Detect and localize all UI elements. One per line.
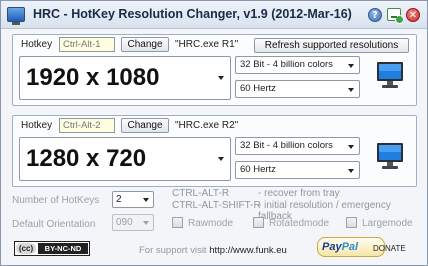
license-text: BY-NC-ND — [38, 243, 88, 254]
support-link[interactable]: http://www.funk.eu — [209, 245, 287, 256]
color-depth-select[interactable]: 32 Bit - 4 billion colors — [235, 56, 360, 74]
rawmode-label: Rawmode — [188, 218, 234, 229]
resolution-value: 1280 x 720 — [26, 145, 147, 172]
chevron-down-icon — [348, 64, 354, 68]
hint-fallback-keys: CTRL-ALT-SHIFT-R — [172, 200, 261, 211]
hotkey-field[interactable]: Ctrl-Alt-2 — [59, 118, 115, 133]
change-hotkey-button[interactable]: Change — [121, 37, 169, 52]
hint-recover-desc: - recover from tray — [258, 188, 340, 199]
chevron-down-icon — [143, 198, 149, 202]
chevron-down-icon — [348, 169, 354, 173]
chevron-down-icon — [218, 76, 224, 80]
resolution-profile-2: Hotkey Ctrl-Alt-2 Change "HRC.exe R2" 12… — [12, 115, 417, 187]
largemode-checkbox[interactable] — [346, 217, 357, 228]
resolution-value: 1920 x 1080 — [26, 64, 160, 91]
minimize-to-tray-icon[interactable] — [387, 8, 404, 24]
chevron-down-icon — [143, 221, 149, 225]
hotkey-label: Hotkey — [21, 39, 53, 50]
num-hotkeys-label: Number of HotKeys — [12, 195, 100, 206]
hotkey-label: Hotkey — [21, 120, 53, 131]
cc-license-badge[interactable]: (cc) BY-NC-ND — [14, 241, 90, 256]
refresh-resolutions-button[interactable]: Refresh supported resolutions — [254, 38, 409, 53]
close-icon[interactable]: ✕ — [406, 8, 420, 22]
resolution-select[interactable]: 1920 x 1080 — [19, 56, 231, 100]
app-monitor-icon — [7, 7, 25, 25]
apply-monitor-icon[interactable] — [375, 60, 405, 90]
chevron-down-icon — [348, 145, 354, 149]
color-depth-select[interactable]: 32 Bit - 4 billion colors — [235, 137, 360, 155]
chevron-down-icon — [348, 88, 354, 92]
color-depth-value: 32 Bit - 4 billion colors — [240, 59, 333, 70]
num-hotkeys-value: 2 — [116, 194, 122, 205]
hotkey-field[interactable]: Ctrl-Alt-1 — [59, 37, 115, 52]
default-orientation-select[interactable]: 090 — [112, 214, 154, 231]
paypal-logo-pay: Pay — [322, 241, 342, 253]
resolution-profile-1: Hotkey Ctrl-Alt-1 Change "HRC.exe R1" Re… — [12, 34, 417, 106]
support-label: For support visit — [139, 245, 207, 256]
rotatedmode-label: Rotatedmode — [269, 218, 330, 229]
refresh-rate-value: 60 Hertz — [240, 83, 276, 94]
profile-name: "HRC.exe R2" — [175, 120, 239, 131]
refresh-rate-select[interactable]: 60 Hertz — [235, 161, 360, 179]
rawmode-checkbox[interactable] — [172, 217, 183, 228]
resolution-select[interactable]: 1280 x 720 — [19, 137, 231, 181]
largemode-label: Largemode — [362, 218, 413, 229]
num-hotkeys-select[interactable]: 2 — [112, 191, 154, 208]
color-depth-value: 32 Bit - 4 billion colors — [240, 140, 333, 151]
cc-icon: (cc) — [16, 243, 36, 254]
hint-recover-keys: CTRL-ALT-R — [172, 188, 230, 199]
paypal-logo-pal: Pal — [341, 241, 359, 253]
apply-monitor-icon[interactable] — [375, 141, 405, 171]
donate-label: DONATE — [373, 244, 406, 253]
default-orientation-label: Default Orientation — [12, 219, 96, 230]
refresh-rate-value: 60 Hertz — [240, 164, 276, 175]
help-icon[interactable]: ? — [368, 8, 382, 22]
window-title: HRC - HotKey Resolution Changer, v1.9 (2… — [33, 7, 352, 21]
change-hotkey-button[interactable]: Change — [121, 118, 169, 133]
support-text: For support visit http://www.funk.eu — [139, 245, 287, 256]
profile-name: "HRC.exe R1" — [175, 39, 239, 50]
rotatedmode-checkbox[interactable] — [253, 217, 264, 228]
app-window: HRC - HotKey Resolution Changer, v1.9 (2… — [0, 0, 428, 266]
title-bar[interactable]: HRC - HotKey Resolution Changer, v1.9 (2… — [1, 1, 427, 29]
refresh-rate-select[interactable]: 60 Hertz — [235, 80, 360, 98]
default-orientation-value: 090 — [116, 217, 133, 228]
chevron-down-icon — [218, 157, 224, 161]
